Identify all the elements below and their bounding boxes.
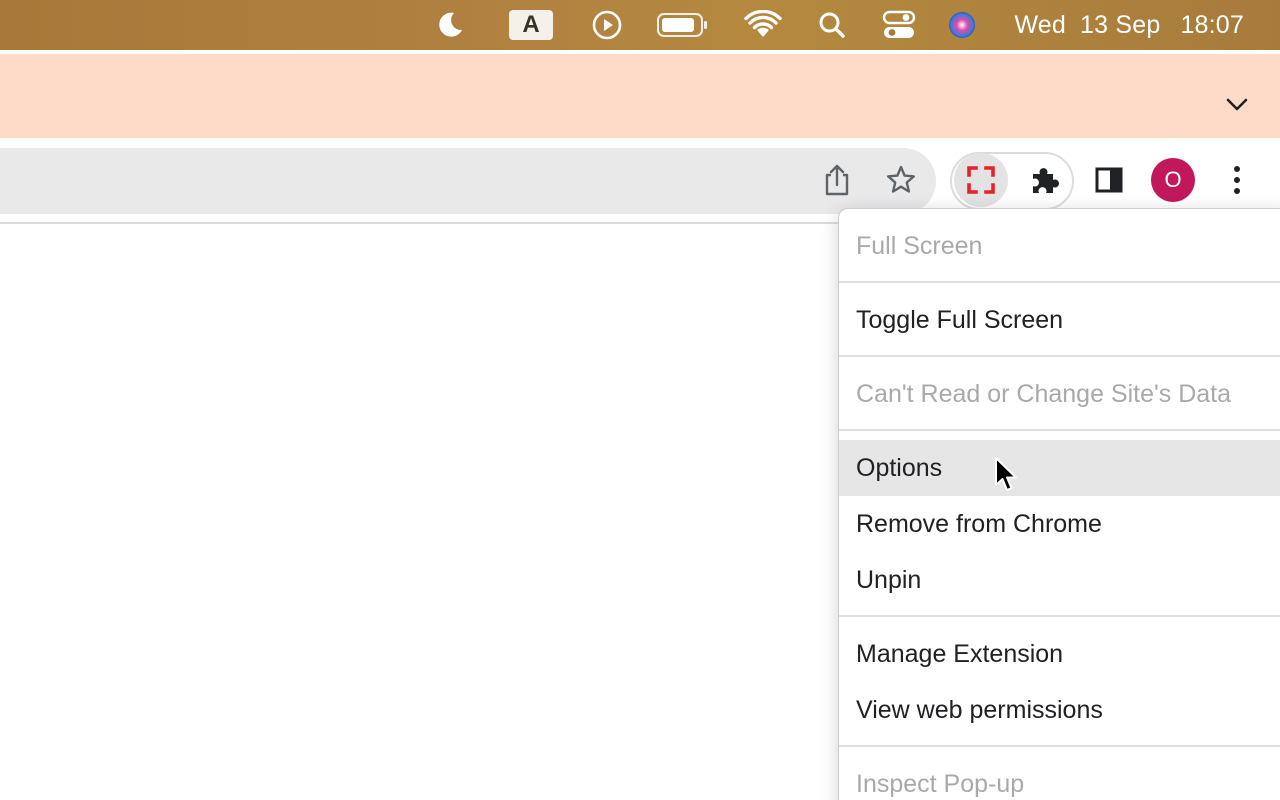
avatar: O bbox=[1151, 158, 1195, 202]
menu-item-remove-from-chrome[interactable]: Remove from Chrome bbox=[839, 496, 1280, 552]
screen: A Wed 13 Sep 18:07 O Full Screen Toggle … bbox=[0, 0, 1280, 800]
battery-icon[interactable] bbox=[654, 0, 712, 50]
clock-day: Wed bbox=[1014, 10, 1066, 39]
extension-context-menu: Full Screen Toggle Full Screen Can't Rea… bbox=[838, 208, 1280, 800]
menu-item-manage-extension[interactable]: Manage Extension bbox=[839, 626, 1280, 682]
menu-divider bbox=[839, 355, 1280, 357]
menu-divider bbox=[839, 745, 1280, 747]
menu-divider bbox=[839, 429, 1280, 431]
control-center-icon[interactable] bbox=[880, 0, 918, 50]
share-icon[interactable] bbox=[810, 153, 864, 207]
menu-item-options[interactable]: Options bbox=[839, 440, 1280, 496]
macos-menu-bar: A Wed 13 Sep 18:07 bbox=[0, 0, 1280, 50]
address-bar[interactable] bbox=[0, 148, 936, 214]
menu-item-inspect-popup: Inspect Pop-up bbox=[856, 769, 1025, 798]
menu-bar-clock[interactable]: Wed 13 Sep 18:07 bbox=[1014, 0, 1244, 50]
profile-avatar-button[interactable]: O bbox=[1146, 153, 1200, 207]
clock-time: 18:07 bbox=[1180, 10, 1244, 39]
bookmark-star-icon[interactable] bbox=[874, 153, 928, 207]
spotlight-search-icon[interactable] bbox=[814, 0, 850, 50]
fullscreen-extension-icon[interactable] bbox=[954, 153, 1008, 207]
play-circle-icon[interactable] bbox=[588, 0, 626, 50]
menu-divider bbox=[839, 615, 1280, 617]
input-source-letter: A bbox=[509, 10, 553, 40]
tab-search-chevron-down-icon[interactable] bbox=[1222, 90, 1252, 120]
clock-date: 13 Sep bbox=[1080, 10, 1161, 39]
side-panel-icon[interactable] bbox=[1082, 153, 1136, 207]
moon-icon[interactable] bbox=[428, 0, 472, 50]
siri-icon[interactable] bbox=[944, 0, 980, 50]
tab-strip bbox=[0, 54, 1280, 138]
chrome-menu-icon[interactable] bbox=[1210, 153, 1264, 207]
menu-item-view-web-permissions[interactable]: View web permissions bbox=[839, 682, 1280, 738]
menu-item-site-access: Can't Read or Change Site's Data bbox=[856, 379, 1232, 408]
input-source-icon[interactable]: A bbox=[508, 0, 554, 50]
menu-item-unpin[interactable]: Unpin bbox=[839, 552, 1280, 608]
menu-item-toggle-full-screen[interactable]: Toggle Full Screen bbox=[839, 292, 1280, 348]
wifi-icon[interactable] bbox=[742, 0, 784, 50]
menu-divider bbox=[839, 281, 1280, 283]
menu-header-extension-name: Full Screen bbox=[856, 231, 983, 260]
extensions-puzzle-icon[interactable] bbox=[1018, 153, 1072, 207]
